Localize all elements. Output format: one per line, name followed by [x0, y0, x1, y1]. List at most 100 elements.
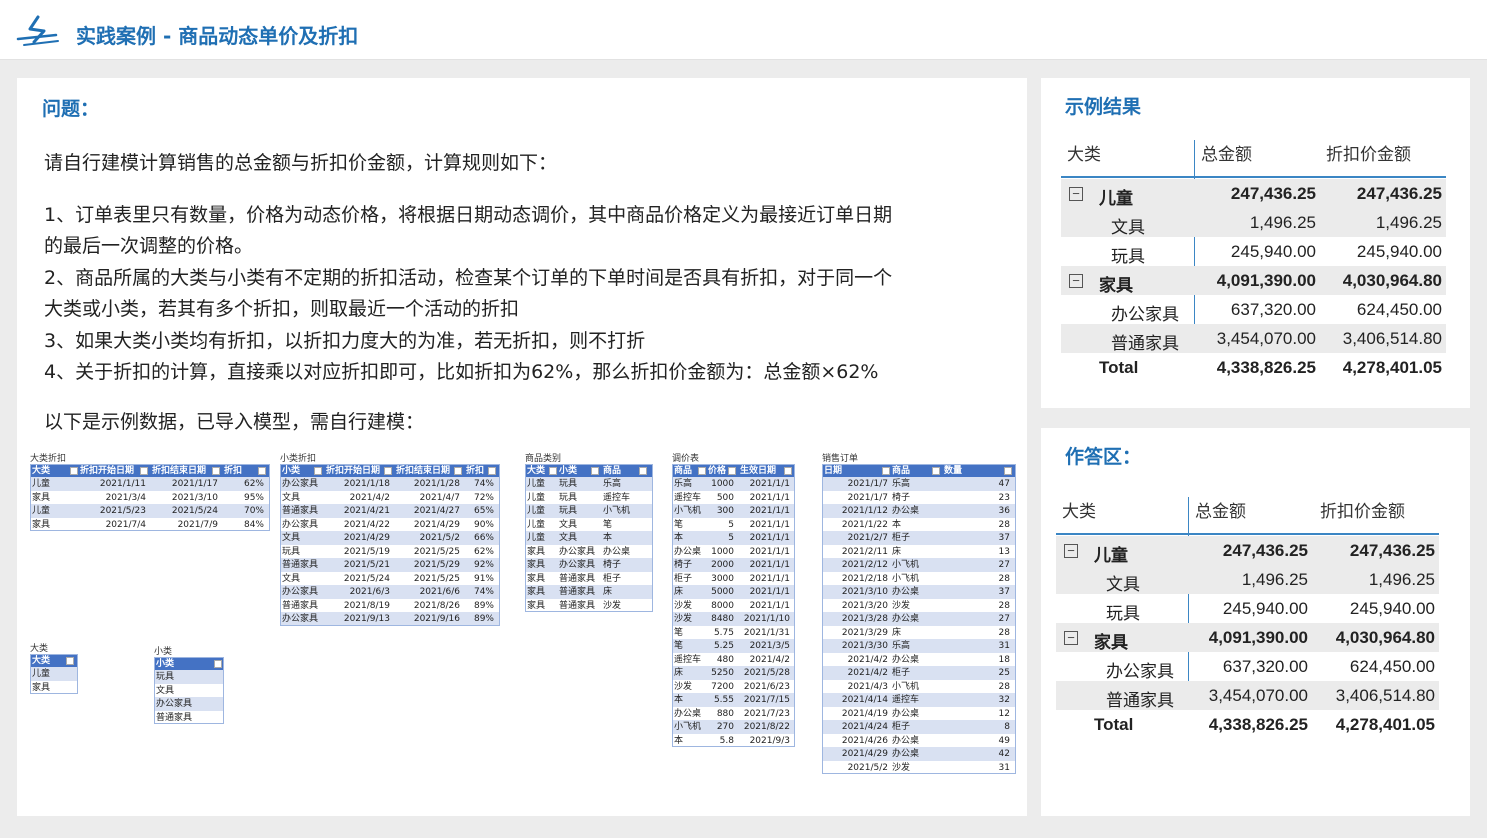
row-label: 儿童: [1099, 189, 1133, 208]
data-table-border: [154, 657, 224, 724]
row-label: Total: [1094, 715, 1134, 734]
data-table-border: [525, 464, 653, 612]
row-label: 家具: [1099, 276, 1133, 295]
data-table-title: 大类折扣: [30, 454, 67, 464]
data-table-title: 大类: [30, 644, 49, 654]
matrix-column-header[interactable]: 总金额: [1201, 140, 1252, 176]
matrix-column-header[interactable]: 折扣价金额: [1320, 497, 1405, 533]
matrix-column-header[interactable]: 大类: [1062, 497, 1096, 533]
subcategory-row: 文具 1,496.25 1,496.25: [1061, 208, 1446, 237]
example-result-heading: 示例结果: [1065, 96, 1142, 118]
discount-amount-cell: 245,940.00: [1349, 599, 1435, 618]
answer-heading: 作答区：: [1065, 446, 1142, 468]
matrix-column-header[interactable]: 折扣价金额: [1326, 140, 1411, 176]
row-label: 文具: [1111, 218, 1145, 237]
total-amount-cell: 245,940.00: [1222, 599, 1308, 618]
rule-line: 的最后一次调整的价格。: [44, 235, 254, 257]
category-row: − 家具 4,091,390.00 4,030,964.80: [1056, 623, 1439, 652]
discount-amount-cell: 4,278,401.05: [1342, 358, 1442, 377]
data-table-title: 调价表: [672, 454, 700, 464]
subcategory-row: 玩具 245,940.00 245,940.00: [1061, 237, 1446, 266]
category-row: − 儿童 247,436.25 247,436.25: [1056, 536, 1439, 565]
problem-panel: 问题： 请自行建模计算销售的总金额与折扣价金额，计算规则如下： 1、订单表里只有…: [17, 78, 1027, 816]
discount-amount-cell: 4,278,401.05: [1335, 715, 1435, 734]
subcategory-row: 文具 1,496.25 1,496.25: [1056, 565, 1439, 594]
data-table-title: 小类: [154, 647, 173, 657]
row-label: Total: [1099, 358, 1139, 377]
subcategory-row: 普通家具 3,454,070.00 3,406,514.80: [1056, 681, 1439, 710]
data-table-border: [30, 464, 270, 531]
discount-amount-cell: 3,406,514.80: [1335, 686, 1435, 705]
example-result-panel: 示例结果 大类 总金额 折扣价金额 − 儿童 247,436.25 247,436.25 文具…: [1041, 78, 1470, 408]
problem-heading: 问题：: [42, 98, 100, 120]
collapse-icon[interactable]: −: [1064, 631, 1078, 645]
discount-amount-cell: 624,450.00: [1349, 657, 1435, 676]
example-result-table: 大类 总金额 折扣价金额 − 儿童 247,436.25 247,436.25 文具 1,496…: [1061, 140, 1446, 392]
rule-line: 大类或小类，若其有多个折扣，则取最近一个活动的折扣: [44, 298, 520, 320]
discount-amount-cell: 4,030,964.80: [1342, 271, 1442, 290]
total-amount-cell: 1,496.25: [1249, 213, 1316, 232]
header-divider: [1056, 533, 1439, 535]
collapse-icon[interactable]: −: [1069, 187, 1083, 201]
subcategory-row: 普通家具 3,454,070.00 3,406,514.80: [1061, 324, 1446, 353]
total-row: Total 4,338,826.25 4,278,401.05: [1056, 710, 1439, 739]
total-amount-cell: 3,454,070.00: [1216, 329, 1316, 348]
data-table-title: 商品类别: [525, 454, 562, 464]
row-label: 文具: [1106, 575, 1140, 594]
category-row: − 儿童 247,436.25 247,436.25: [1061, 179, 1446, 208]
subcategory-row: 玩具 245,940.00 245,940.00: [1056, 594, 1439, 623]
problem-intro: 请自行建模计算销售的总金额与折扣价金额，计算规则如下：: [44, 152, 558, 174]
rule-line: 3、如果大类小类均有折扣，以折扣力度大的为准，若无折扣，则不打折: [44, 330, 646, 352]
data-table-title: 销售订单: [822, 454, 859, 464]
row-label: 普通家具: [1106, 691, 1174, 710]
discount-amount-cell: 245,940.00: [1356, 242, 1442, 261]
page-title: 实践案例 - 商品动态单价及折扣: [76, 24, 359, 48]
data-table-border: [822, 464, 1016, 774]
total-amount-cell: 247,436.25: [1230, 184, 1316, 203]
subcategory-row: 办公家具 637,320.00 624,450.00: [1061, 295, 1446, 324]
collapse-icon[interactable]: −: [1069, 274, 1083, 288]
rule-line: 1、订单表里只有数量，价格为动态价格，将根据日期动态调价，其中商品价格定义为最接…: [44, 204, 893, 226]
total-amount-cell: 4,338,826.25: [1216, 358, 1316, 377]
total-amount-cell: 1,496.25: [1241, 570, 1308, 589]
data-table-title: 小类折扣: [280, 454, 317, 464]
row-label: 家具: [1094, 633, 1128, 652]
row-label: 玩具: [1106, 604, 1140, 623]
data-table-border: [672, 464, 795, 747]
row-label: 儿童: [1094, 546, 1128, 565]
header-divider: [1061, 176, 1446, 178]
total-amount-cell: 245,940.00: [1230, 242, 1316, 261]
row-label: 普通家具: [1111, 334, 1179, 353]
matrix-column-header[interactable]: 大类: [1067, 140, 1101, 176]
total-amount-cell: 4,091,390.00: [1216, 271, 1316, 290]
total-amount-cell: 4,338,826.25: [1208, 715, 1308, 734]
total-amount-cell: 637,320.00: [1230, 300, 1316, 319]
rule-line: 4、关于折扣的计算，直接乘以对应折扣即可，比如折扣为62%，那么折扣价金额为：总…: [44, 361, 879, 383]
data-table-border: [30, 654, 78, 694]
subcategory-row: 办公家具 637,320.00 624,450.00: [1056, 652, 1439, 681]
discount-amount-cell: 624,450.00: [1356, 300, 1442, 319]
total-amount-cell: 637,320.00: [1222, 657, 1308, 676]
discount-amount-cell: 4,030,964.80: [1335, 628, 1435, 647]
data-table-border: [280, 464, 500, 626]
row-label: 办公家具: [1106, 662, 1174, 681]
logo-icon: [16, 15, 59, 46]
collapse-icon[interactable]: −: [1064, 544, 1078, 558]
matrix-column-header[interactable]: 总金额: [1195, 497, 1246, 533]
discount-amount-cell: 247,436.25: [1356, 184, 1442, 203]
data-note: 以下是示例数据，已导入模型，需自行建模：: [44, 411, 425, 433]
category-row: − 家具 4,091,390.00 4,030,964.80: [1061, 266, 1446, 295]
header-bar: 实践案例 - 商品动态单价及折扣: [0, 0, 1487, 60]
discount-amount-cell: 3,406,514.80: [1342, 329, 1442, 348]
total-amount-cell: 247,436.25: [1222, 541, 1308, 560]
total-amount-cell: 3,454,070.00: [1208, 686, 1308, 705]
answer-panel: 作答区： 大类 总金额 折扣价金额 − 儿童 247,436.25 247,436.25 文具…: [1041, 428, 1470, 816]
discount-amount-cell: 1,496.25: [1375, 213, 1442, 232]
discount-amount-cell: 247,436.25: [1349, 541, 1435, 560]
total-row: Total 4,338,826.25 4,278,401.05: [1061, 353, 1446, 382]
total-amount-cell: 4,091,390.00: [1208, 628, 1308, 647]
row-label: 办公家具: [1111, 305, 1179, 324]
row-label: 玩具: [1111, 247, 1145, 266]
rule-line: 2、商品所属的大类与小类有不定期的折扣活动，检查某个订单的下单时间是否具有折扣，…: [44, 267, 893, 289]
discount-amount-cell: 1,496.25: [1368, 570, 1435, 589]
